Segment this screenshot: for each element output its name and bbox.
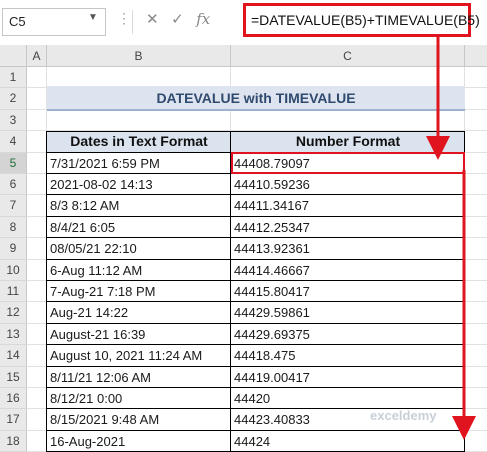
annotation-arrows <box>426 37 476 440</box>
watermark-logo: exceldemy <box>370 408 437 423</box>
